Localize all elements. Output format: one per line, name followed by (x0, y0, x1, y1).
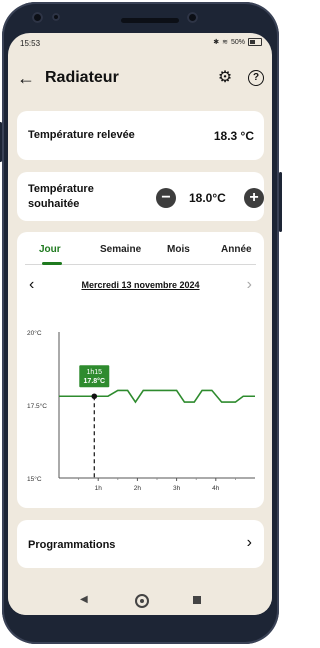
nav-back-icon[interactable]: ◀ (80, 594, 88, 605)
tooltip-value: 17.8°C (84, 377, 105, 385)
target-temperature-value: 18.0°C (189, 191, 226, 205)
decrease-temperature-button[interactable]: − (156, 188, 176, 208)
cursor-point (91, 393, 98, 400)
x-tick-label: 4h (212, 485, 220, 492)
help-icon[interactable]: ? (248, 70, 264, 86)
battery-percent: 50% (230, 38, 245, 46)
measured-temperature-value: 18.3 °C (213, 129, 254, 143)
status-icons: ✱ ≋ 50% (213, 38, 262, 46)
y-tick-label: 20°C (27, 329, 42, 337)
temperature-series-line (59, 389, 255, 404)
nav-home-icon[interactable] (135, 594, 149, 608)
temperature-chart: 20°C 17.5°C 15°C 1h 2h 3h 4h 1h1517.8°C (27, 329, 255, 492)
nav-recents-icon[interactable] (193, 596, 201, 604)
system-nav-bar: ◀ (8, 591, 272, 615)
arrow-left-icon[interactable]: ← (17, 68, 35, 88)
target-temperature-card: Température souhaitée − 18.0°C + (17, 172, 264, 221)
target-temperature-label: Température souhaitée (28, 183, 94, 210)
history-card: Jour Semaine Mois Année ‹ Mercredi 13 no… (17, 232, 264, 508)
programmations-row[interactable]: Programmations › (17, 520, 264, 568)
x-tick-label: 2h (134, 485, 142, 492)
x-tick-label: 1h (95, 485, 103, 492)
chevron-right-icon: › (246, 534, 252, 551)
status-time: 15:53 (20, 39, 41, 48)
measured-temperature-label: Température relevée (28, 129, 135, 141)
camera-bar (8, 8, 272, 36)
measured-temperature-card: Température relevée 18.3 °C (17, 111, 264, 160)
app-bar: ← Radiateur ⚙ ? (8, 59, 272, 99)
tooltip-time: 1h15 (86, 369, 102, 376)
battery-icon (248, 38, 262, 46)
app-screen: 15:53 ✱ ≋ 50% ← Radiateur ⚙ ? Températur… (8, 33, 272, 615)
y-tick-label: 15°C (27, 475, 42, 483)
y-tick-label: 17.5°C (27, 402, 47, 410)
gear-icon[interactable]: ⚙ (217, 70, 233, 86)
programmations-label: Programmations (28, 539, 116, 551)
increase-temperature-button[interactable]: + (244, 188, 264, 208)
wifi-icon: ≋ (222, 39, 228, 46)
x-tick-label: 3h (173, 485, 181, 492)
bluetooth-icon: ✱ (213, 39, 220, 46)
status-bar: 15:53 ✱ ≋ 50% (8, 33, 272, 53)
page-title: Radiateur (45, 69, 119, 86)
